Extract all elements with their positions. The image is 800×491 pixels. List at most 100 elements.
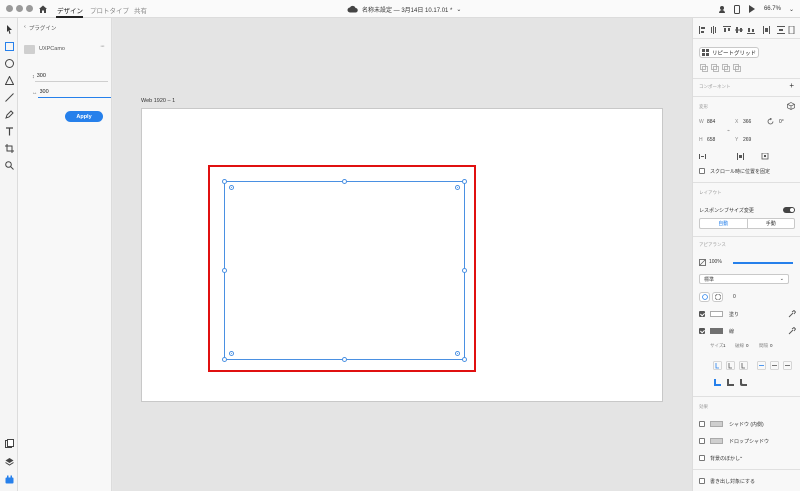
border-checkbox[interactable]	[699, 328, 705, 334]
minimize-window-button[interactable]	[16, 5, 23, 12]
text-tool[interactable]	[4, 126, 14, 136]
select-tool[interactable]	[4, 24, 14, 34]
plugins-back-link[interactable]: ‹ プラグイン	[24, 24, 56, 32]
corner-radius-value[interactable]: 0	[733, 294, 736, 300]
home-icon[interactable]	[38, 4, 48, 14]
assets-button[interactable]	[4, 438, 14, 448]
tab-design[interactable]: デザイン	[57, 5, 83, 15]
plugin-height-row: ↕	[32, 70, 108, 83]
polygon-tool[interactable]	[4, 75, 14, 85]
fill-swatch[interactable]	[710, 311, 723, 317]
border-label: 線	[729, 329, 735, 335]
plugin-width-input[interactable]	[37, 87, 111, 98]
border-size-value[interactable]: 1	[723, 343, 726, 348]
mobile-preview-icon[interactable]	[733, 4, 740, 14]
stroke-join-icons[interactable]	[713, 378, 747, 387]
x-value[interactable]: 366	[743, 119, 751, 125]
rectangle-icon	[4, 41, 14, 51]
drop-shadow-checkbox[interactable]	[699, 438, 705, 444]
divider	[693, 38, 800, 39]
opacity-slider[interactable]	[733, 262, 793, 264]
x-label: X	[735, 119, 739, 125]
lock-aspect-icon[interactable]: ⌁	[727, 128, 730, 134]
export-label: 書き出し対象にする	[710, 479, 756, 485]
tab-prototype[interactable]: プロトタイプ	[90, 5, 129, 15]
apply-button[interactable]: Apply	[65, 111, 103, 122]
border-swatch[interactable]	[710, 328, 723, 334]
boolean-ops-icons[interactable]	[700, 64, 742, 72]
more-options-icon[interactable]: ···	[100, 43, 105, 50]
plugin-height-input[interactable]	[34, 71, 108, 82]
zoom-level[interactable]: 66.7%	[764, 6, 781, 12]
scroll-fix-checkbox[interactable]	[699, 168, 705, 174]
play-icon[interactable]	[748, 5, 756, 13]
zoom-chevron-icon[interactable]: ⌄	[789, 6, 794, 13]
w-value[interactable]: 884	[707, 119, 715, 125]
cube-icon[interactable]	[787, 102, 795, 110]
resize-handle-right[interactable]	[462, 268, 467, 273]
blend-mode-select[interactable]: 標準 ⌄	[699, 274, 789, 284]
resize-handle-top-right[interactable]	[462, 179, 467, 184]
resize-handle-left[interactable]	[222, 268, 227, 273]
y-label: Y	[735, 137, 739, 143]
resize-mode-tabs: 自動 手動	[699, 218, 795, 229]
artboard-name[interactable]: Web 1920 – 1	[141, 98, 175, 104]
rotation-value[interactable]: 0°	[779, 119, 784, 125]
zoom-window-button[interactable]	[26, 5, 33, 12]
plugin-item-uxpcamo[interactable]: UXPCamo ···	[24, 42, 108, 56]
zoom-tool[interactable]	[4, 160, 14, 170]
tab-share[interactable]: 共有	[134, 5, 147, 15]
fill-checkbox[interactable]	[699, 311, 705, 317]
selected-rectangle[interactable]	[224, 181, 465, 360]
inner-shadow-swatch[interactable]	[710, 421, 723, 427]
uniform-corner-button[interactable]	[699, 292, 710, 302]
resize-handle-top-left[interactable]	[222, 179, 227, 184]
export-checkbox[interactable]	[699, 478, 705, 484]
line-tool[interactable]	[4, 92, 14, 102]
rectangle-tool[interactable]	[4, 41, 14, 51]
align-icons[interactable]	[699, 26, 795, 34]
resize-handle-top[interactable]	[342, 179, 347, 184]
add-component-icon[interactable]: +	[789, 81, 794, 90]
per-corner-button[interactable]	[712, 292, 723, 302]
h-value[interactable]: 658	[707, 137, 715, 143]
auto-resize-tab[interactable]: 自動	[700, 219, 748, 228]
resize-handle-bottom-right[interactable]	[462, 357, 467, 362]
resize-handle-bottom[interactable]	[342, 357, 347, 362]
document-title-text: 名称未設定 — 3月14日 10.17.01 *	[362, 7, 453, 14]
close-window-button[interactable]	[6, 5, 13, 12]
inner-shadow-checkbox[interactable]	[699, 421, 705, 427]
layers-button[interactable]	[4, 456, 14, 466]
ellipse-tool[interactable]	[4, 58, 14, 68]
drop-shadow-swatch[interactable]	[710, 438, 723, 444]
w-label: W	[699, 119, 704, 125]
chevron-down-icon: ⌄	[779, 276, 784, 282]
repeat-grid-button[interactable]: リピートグリッド	[699, 47, 759, 58]
corner-radius-handle-top-right[interactable]	[455, 185, 460, 190]
document-title[interactable]: 名称未設定 — 3月14日 10.17.01 * ⌄	[347, 3, 461, 15]
dash-value[interactable]: 0	[746, 343, 749, 348]
responsive-resize-toggle[interactable]	[783, 207, 795, 213]
arrow-select-icon	[6, 24, 12, 34]
manual-resize-tab[interactable]: 手動	[748, 219, 795, 228]
gap-label: 間隔	[759, 343, 768, 348]
chevron-down-icon[interactable]: ⌄	[739, 454, 743, 460]
stroke-position-icons[interactable]	[713, 361, 797, 370]
corner-radius-handle-top-left[interactable]	[229, 185, 234, 190]
opacity-value[interactable]: 100%	[709, 259, 722, 265]
background-blur-checkbox[interactable]	[699, 455, 705, 461]
artboard-tool[interactable]	[4, 143, 14, 153]
eyedropper-icon[interactable]	[788, 310, 796, 318]
pen-tool[interactable]	[4, 109, 14, 119]
corner-radius-handle-bottom-right[interactable]	[455, 351, 460, 356]
responsive-resize-label: レスポンシブサイズ変更	[699, 208, 754, 214]
corner-radius-handle-bottom-left[interactable]	[229, 351, 234, 356]
user-help-icon[interactable]	[718, 5, 726, 13]
flip-icons[interactable]	[699, 153, 769, 160]
plugins-button[interactable]	[4, 474, 14, 484]
resize-handle-bottom-left[interactable]	[222, 357, 227, 362]
gap-value[interactable]: 0	[770, 343, 773, 348]
y-value[interactable]: 269	[743, 137, 751, 143]
chevron-down-icon: ⌄	[456, 6, 462, 13]
eyedropper-icon[interactable]	[788, 327, 796, 335]
